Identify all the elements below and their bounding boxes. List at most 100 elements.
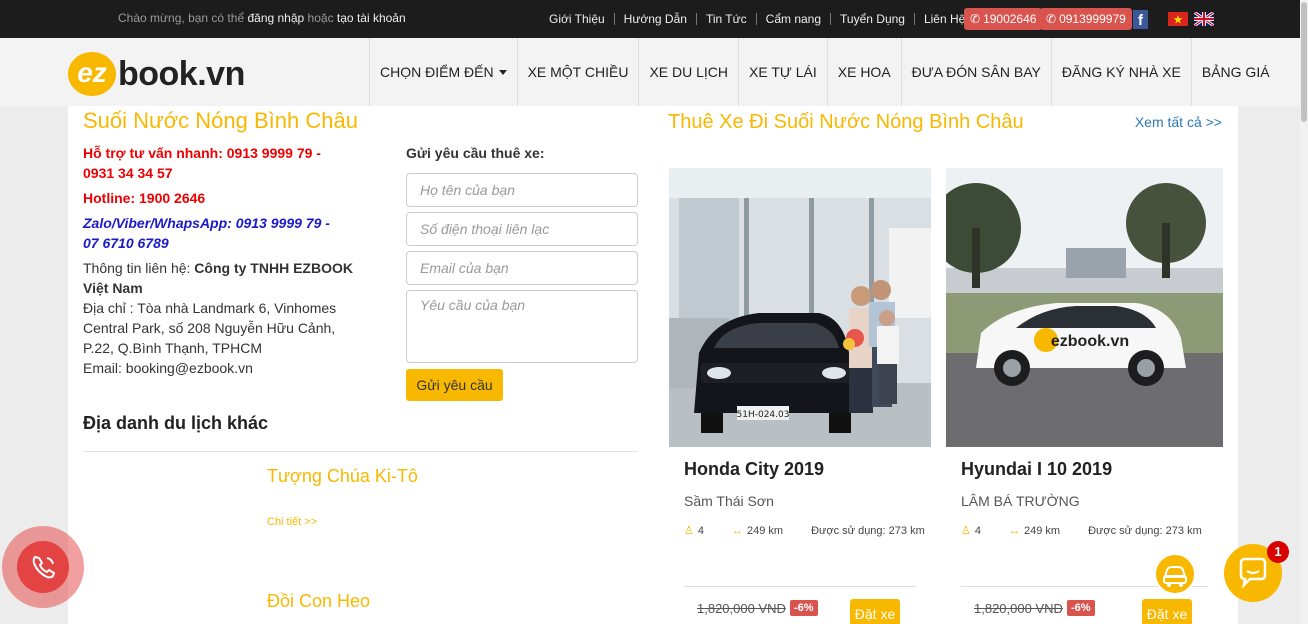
- welcome-prefix: Chào mừng, bạn có thể: [118, 11, 245, 25]
- book-button-2[interactable]: Đặt xe: [1142, 599, 1192, 624]
- view-all-link[interactable]: Xem tất cả >>: [1135, 114, 1222, 130]
- car-name-1[interactable]: Honda City 2019: [684, 459, 824, 480]
- person-icon: ♙: [961, 525, 971, 537]
- email-input[interactable]: Email của bạn: [406, 251, 638, 285]
- hotline-number-1: 19002646: [983, 12, 1037, 26]
- car-booking-fab[interactable]: [1154, 553, 1196, 595]
- call-button[interactable]: [2, 526, 84, 608]
- uk-flag-icon[interactable]: [1194, 12, 1214, 26]
- login-link[interactable]: đăng nhập: [247, 11, 304, 25]
- place-detail-link-1[interactable]: Chi tiết >>: [267, 516, 317, 528]
- distance-value: 249 km: [747, 524, 784, 537]
- nav-price-list[interactable]: BẢNG GIÁ: [1190, 38, 1280, 106]
- hotline-number-2: 0913999979: [1059, 12, 1126, 26]
- logo-ez-badge: ez: [68, 52, 116, 96]
- nav-register-operator[interactable]: ĐĂNG KÝ NHÀ XE: [1050, 38, 1191, 106]
- seats-stat: ♙ 4: [961, 524, 995, 538]
- submit-request-button[interactable]: Gửi yêu cầu: [406, 369, 503, 401]
- car-name-2[interactable]: Hyundai I 10 2019: [961, 459, 1112, 480]
- contact-info: Thông tin liên hệ: Công ty TNHH EZBOOK V…: [83, 258, 353, 378]
- phone-input[interactable]: Số điện thoại liên lạc: [406, 212, 638, 246]
- car-brand-decal: ezbook.vn: [1051, 333, 1129, 350]
- car-photo-honda-city: 51H-024.03: [669, 168, 931, 447]
- name-input[interactable]: Họ tên của bạn: [406, 173, 638, 207]
- support-line-1: Hỗ trợ tư vấn nhanh: 0913 9999 79 -: [83, 145, 321, 161]
- place-title-1[interactable]: Tượng Chúa Ki-Tô: [267, 466, 418, 487]
- car-photo-1[interactable]: 51H-024.03: [669, 168, 931, 447]
- car-divider-1: [684, 586, 916, 587]
- car-icon: [1163, 566, 1187, 587]
- distance-icon: ↔: [1009, 524, 1020, 537]
- destination-panel: Suối Nước Nóng Bình Châu Hỗ trợ tư vấn n…: [68, 106, 653, 624]
- discount-badge-2: -6%: [1067, 600, 1095, 616]
- ezbook-logo[interactable]: ez book.vn: [68, 52, 245, 96]
- car-listing-panel: Thuê Xe Đi Suối Nước Nóng Bình Châu Xem …: [653, 106, 1238, 624]
- used-distance: Được sử dụng: 273 km: [811, 524, 925, 537]
- used-distance: Được sử dụng: 273 km: [1088, 524, 1202, 537]
- logo-wordmark: book.vn: [118, 54, 245, 93]
- phone-icon: ✆: [1046, 12, 1057, 26]
- discount-badge-1: -6%: [790, 600, 818, 616]
- page-scrollbar[interactable]: [1300, 0, 1308, 624]
- car-owner-2: LÂM BÁ TRƯỜNG: [961, 493, 1080, 509]
- top-bar: Chào mừng, bạn có thể đăng nhập hoặc tạo…: [0, 0, 1300, 38]
- company-email: Email: booking@ezbook.vn: [83, 360, 253, 376]
- facebook-icon[interactable]: f: [1133, 10, 1148, 29]
- seats-count: 4: [697, 524, 704, 537]
- person-icon: ♙: [684, 525, 694, 537]
- seats-stat: ♙ 4: [684, 524, 718, 538]
- nav-menu: CHỌN ĐIỂM ĐẾN XE MỘT CHIỀU XE DU LỊCH XE…: [369, 38, 1280, 106]
- support-line-2: 0931 34 34 57: [83, 165, 173, 181]
- car-stats-1: ♙ 4 ↔ 249 km Được sử dụng: 273 km: [684, 524, 939, 538]
- seats-count: 4: [974, 524, 981, 537]
- phone-icon: ✆: [970, 12, 981, 26]
- request-form-title: Gửi yêu cầu thuê xe:: [406, 145, 545, 161]
- top-links: Giới Thiệu Hướng Dẫn Tin Tức Cẩm nang Tu…: [540, 8, 974, 30]
- hotline-button-1[interactable]: ✆ 19002646: [964, 8, 1043, 30]
- vietnam-flag-icon[interactable]: [1168, 12, 1188, 26]
- car-price-2: 1,820,000 VNĐ: [974, 601, 1063, 616]
- distance-stat: ↔ 249 km: [732, 524, 797, 537]
- car-stats-2: ♙ 4 ↔ 249 km Được sử dụng: 273 km: [961, 524, 1216, 538]
- car-owner-1: Sầm Thái Sơn: [684, 493, 774, 509]
- nav-self-drive[interactable]: XE TỰ LÁI: [738, 38, 827, 106]
- welcome-text: Chào mừng, bạn có thể đăng nhập hoặc tạo…: [118, 11, 406, 25]
- caret-down-icon: [498, 69, 507, 75]
- zalo-line-1: Zalo/Viber/WhapsApp: 0913 9999 79 -: [83, 215, 330, 231]
- other-places-title: Địa danh du lịch khác: [83, 413, 269, 433]
- nav-one-way[interactable]: XE MỘT CHIỀU: [516, 38, 639, 106]
- company-address: Địa chỉ : Tòa nhà Landmark 6, Vinhomes C…: [83, 300, 337, 356]
- top-link-huong-dan[interactable]: Hướng Dẫn: [615, 13, 697, 25]
- hotline-text: Hotline: 1900 2646: [83, 190, 206, 206]
- phone-icon: [32, 555, 56, 579]
- car-price-1: 1,820,000 VNĐ: [697, 601, 786, 616]
- request-textarea[interactable]: Yêu cầu của bạn: [406, 290, 638, 363]
- nav-label: CHỌN ĐIỂM ĐẾN: [380, 64, 494, 80]
- contact-label: Thông tin liên hệ:: [83, 260, 191, 276]
- welcome-or: hoặc: [307, 11, 334, 25]
- distance-stat: ↔ 249 km: [1009, 524, 1074, 537]
- nav-tour-car[interactable]: XE DU LỊCH: [638, 38, 738, 106]
- zalo-line-2: 07 6710 6789: [83, 235, 169, 251]
- register-link[interactable]: tạo tài khoản: [337, 11, 406, 25]
- chat-unread-badge: 1: [1267, 541, 1289, 563]
- destination-title: Suối Nước Nóng Bình Châu: [83, 108, 358, 133]
- distance-value: 249 km: [1024, 524, 1061, 537]
- main-navbar: ez book.vn CHỌN ĐIỂM ĐẾN XE MỘT CHIỀU XE…: [0, 38, 1300, 106]
- car-photo-2[interactable]: ezbook.vn: [946, 168, 1223, 447]
- top-link-tuyen-dung[interactable]: Tuyển Dụng: [831, 13, 915, 25]
- call-button-inner: [17, 541, 69, 593]
- license-plate-text: 51H-024.03: [737, 410, 790, 420]
- distance-icon: ↔: [732, 524, 743, 537]
- nav-choose-destination[interactable]: CHỌN ĐIỂM ĐẾN: [369, 38, 517, 106]
- place-title-2[interactable]: Đồi Con Heo: [267, 591, 370, 612]
- top-link-cam-nang[interactable]: Cẩm nang: [757, 13, 832, 25]
- car-photo-hyundai-i10: ezbook.vn: [946, 168, 1223, 447]
- top-link-tin-tuc[interactable]: Tin Tức: [697, 13, 757, 25]
- scrollbar-thumb[interactable]: [1301, 2, 1307, 122]
- hotline-button-2[interactable]: ✆ 0913999979: [1040, 8, 1132, 30]
- top-link-gioi-thieu[interactable]: Giới Thiệu: [540, 13, 615, 25]
- nav-airport-transfer[interactable]: ĐƯA ĐÓN SÂN BAY: [900, 38, 1051, 106]
- book-button-1[interactable]: Đặt xe: [850, 599, 900, 624]
- nav-wedding-car[interactable]: XE HOA: [826, 38, 901, 106]
